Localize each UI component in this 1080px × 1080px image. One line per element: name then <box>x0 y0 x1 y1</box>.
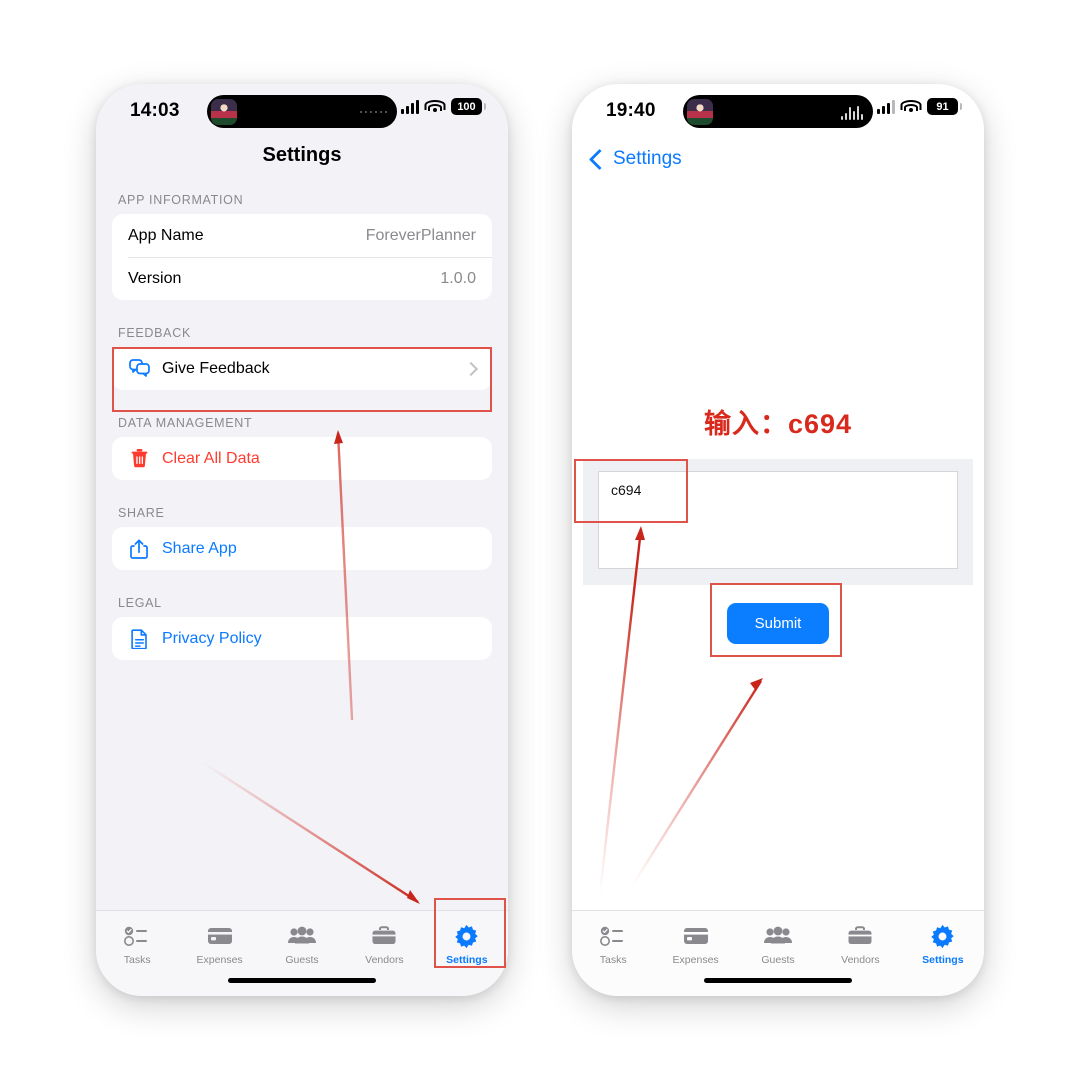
dynamic-island-dots-icon <box>360 110 387 113</box>
gear-icon <box>930 923 955 949</box>
briefcase-icon <box>847 923 873 949</box>
submit-row: Submit <box>572 603 984 644</box>
tab-label: Settings <box>446 954 488 966</box>
feedback-textarea[interactable]: c694 <box>598 471 958 569</box>
status-bar-right: 19:40 91 <box>572 84 984 136</box>
island-app-thumbnail <box>687 98 713 125</box>
row-label: App Name <box>128 226 204 244</box>
tab-guests[interactable]: Guests <box>737 923 819 966</box>
tab-expenses[interactable]: Expenses <box>654 923 736 966</box>
tab-vendors[interactable]: Vendors <box>343 923 425 966</box>
row-clear-all-data[interactable]: Clear All Data <box>112 437 492 480</box>
row-label: Version <box>128 269 182 287</box>
section-header-legal: LEGAL <box>118 596 162 610</box>
tab-bar-left: Tasks Expenses Guests Vendors Settings <box>96 910 508 996</box>
trash-icon <box>128 449 150 468</box>
document-icon <box>128 628 150 649</box>
status-indicators: 100 <box>401 98 486 115</box>
dynamic-island <box>207 95 397 128</box>
back-button[interactable]: Settings <box>588 148 984 170</box>
tab-label: Vendors <box>841 954 880 966</box>
island-app-thumbnail <box>211 98 237 125</box>
screenshot-stage: 14:03 100 Settings APP INFORMATION App N… <box>0 0 1080 1080</box>
row-share-app[interactable]: Share App <box>112 527 492 570</box>
cellular-bars-icon <box>877 99 895 114</box>
phone-left-settings-screen: 14:03 100 Settings APP INFORMATION App N… <box>96 84 508 996</box>
card-feedback: Give Feedback <box>112 347 492 390</box>
people-icon <box>287 923 317 949</box>
card-share: Share App <box>112 527 492 570</box>
feedback-form-panel: c694 <box>583 459 973 585</box>
row-version[interactable]: Version 1.0.0 <box>112 257 492 300</box>
row-app-name[interactable]: App Name ForeverPlanner <box>112 214 492 257</box>
tab-expenses[interactable]: Expenses <box>178 923 260 966</box>
dynamic-island <box>683 95 873 128</box>
briefcase-icon <box>371 923 397 949</box>
card-data-management: Clear All Data <box>112 437 492 480</box>
status-time: 14:03 <box>130 100 180 121</box>
back-button-label: Settings <box>613 148 682 169</box>
section-header-feedback: FEEDBACK <box>118 326 191 340</box>
tab-label: Guests <box>761 954 795 966</box>
tab-label: Expenses <box>672 954 719 966</box>
home-indicator <box>704 978 852 983</box>
phone-right-feedback-screen: 19:40 91 Settings 输入：c694 c694 Submit Ta… <box>572 84 984 996</box>
card-legal: Privacy Policy <box>112 617 492 660</box>
row-label: Clear All Data <box>162 449 260 467</box>
tab-label: Guests <box>285 954 319 966</box>
share-icon <box>128 539 150 559</box>
credit-card-icon <box>683 923 709 949</box>
credit-card-icon <box>207 923 233 949</box>
wifi-icon <box>424 99 446 114</box>
row-value: ForeverPlanner <box>365 226 476 244</box>
chevron-right-icon <box>463 361 479 376</box>
chevron-left-icon <box>588 148 611 170</box>
tab-label: Tasks <box>599 954 627 966</box>
tab-label: Expenses <box>196 954 243 966</box>
tab-label: Tasks <box>123 954 151 966</box>
tab-tasks[interactable]: Tasks <box>572 923 654 966</box>
chat-bubbles-icon <box>128 359 150 378</box>
tab-label: Settings <box>922 954 964 966</box>
tab-vendors[interactable]: Vendors <box>819 923 901 966</box>
tab-label: Vendors <box>365 954 404 966</box>
tab-guests[interactable]: Guests <box>261 923 343 966</box>
row-label: Privacy Policy <box>162 629 262 647</box>
people-icon <box>763 923 793 949</box>
section-header-data-management: DATA MANAGEMENT <box>118 416 253 430</box>
row-privacy-policy[interactable]: Privacy Policy <box>112 617 492 660</box>
section-header-app-information: APP INFORMATION <box>118 193 244 207</box>
battery-indicator: 100 <box>451 98 486 115</box>
submit-button[interactable]: Submit <box>726 603 830 644</box>
card-app-information: App Name ForeverPlanner Version 1.0.0 <box>112 214 492 300</box>
battery-indicator: 91 <box>927 98 962 115</box>
status-bar-left: 14:03 100 <box>96 84 508 136</box>
cellular-bars-icon <box>401 99 419 114</box>
gear-icon <box>454 923 479 949</box>
status-time: 19:40 <box>606 100 656 121</box>
section-header-share: SHARE <box>118 506 165 520</box>
tab-bar-right: Tasks Expenses Guests Vendors Settings <box>572 910 984 996</box>
home-indicator <box>228 978 376 983</box>
page-title: Settings <box>262 144 342 166</box>
row-label: Share App <box>162 539 237 557</box>
checklist-icon <box>600 923 626 949</box>
tab-settings[interactable]: Settings <box>426 923 508 966</box>
checklist-icon <box>124 923 150 949</box>
tab-tasks[interactable]: Tasks <box>96 923 178 966</box>
annotation-input-text: 输入：c694 <box>703 409 853 439</box>
dynamic-island-waveform-icon <box>841 104 863 120</box>
wifi-icon <box>900 99 922 114</box>
tab-settings[interactable]: Settings <box>902 923 984 966</box>
status-indicators: 91 <box>877 98 962 115</box>
row-value: 1.0.0 <box>440 269 476 287</box>
row-give-feedback[interactable]: Give Feedback <box>112 347 492 390</box>
row-label: Give Feedback <box>162 359 270 377</box>
